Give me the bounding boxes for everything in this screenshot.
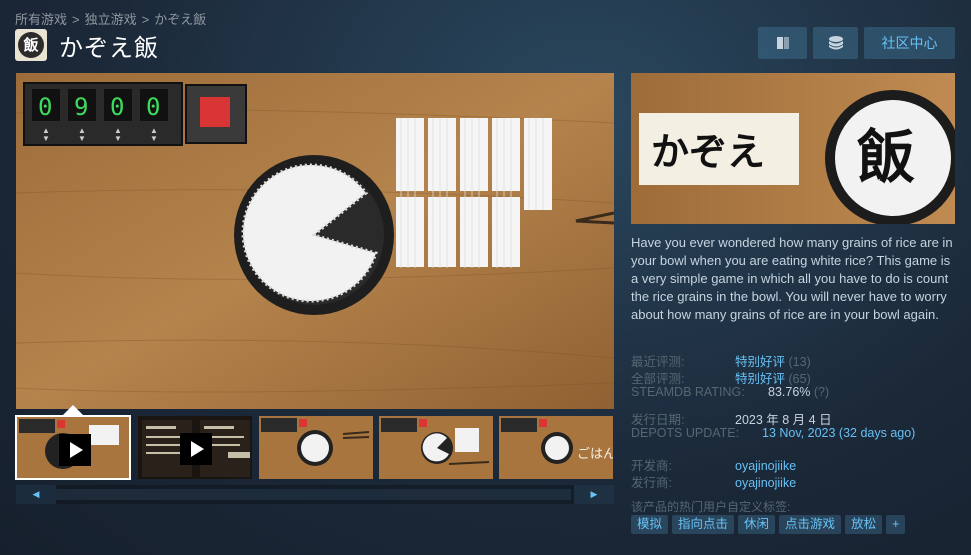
tag-list: 模拟 指向点击 休闲 点击游戏 放松 + [631,515,906,534]
slider-right-arrow-icon[interactable]: ▶ [574,485,614,504]
game-icon-char: 飯 [18,32,44,58]
thumbnail-screenshot-3[interactable]: ごはん [498,415,614,480]
steamdb-rating-row: STEAMDB RATING: 83.76% (?) [631,385,829,399]
title-row: 飯 かぞえ飯 [15,29,159,62]
slider-left-arrow-icon[interactable]: ◀ [16,485,56,504]
slider-handle[interactable] [56,489,571,500]
svg-text:▼: ▼ [114,134,122,143]
svg-text:▼: ▼ [42,134,50,143]
capsule-title-kana: かぞえ [651,129,765,174]
counter-digit-2: 0 [110,93,124,121]
counter-digit-1: 9 [74,93,88,121]
developer-link[interactable]: oyajinojiike [735,459,796,473]
publisher-link[interactable]: oyajinojiike [735,476,796,490]
main-screenshot[interactable]: 0 9 0 0 ▲ ▼ ▲ ▼ ▲ ▼ ▲ ▼ [16,73,614,409]
active-thumb-arrow [63,405,83,415]
tag-add-button[interactable]: + [886,515,906,534]
community-hub-button[interactable]: 社区中心 [864,27,955,59]
breadcrumb-all-games[interactable]: 所有游戏 [15,12,67,27]
game-icon: 飯 [15,29,47,61]
depots-update-row: DEPOTS UPDATE: 13 Nov, 2023 (32 days ago) [631,426,915,440]
tag-clicker[interactable]: 点击游戏 [779,515,842,534]
page-title: かぞえ飯 [59,34,159,62]
tag-relaxing[interactable]: 放松 [845,515,883,534]
breadcrumb-current[interactable]: かぞえ飯 [154,12,206,27]
breadcrumb-indie[interactable]: 独立游戏 [85,12,137,27]
all-reviews-count: (65) [788,372,811,386]
tag-simulation[interactable]: 模拟 [631,515,669,534]
play-icon [180,433,212,465]
steamdb-rating-label: STEAMDB RATING: [631,385,745,399]
thumbnail-video-1[interactable] [15,415,131,480]
breadcrumb-separator: > [141,12,150,27]
recent-reviews-count: (13) [788,355,811,369]
publisher-label: 发行商: [631,476,672,490]
depots-update-label: DEPOTS UPDATE: [631,426,740,440]
game-description: Have you ever wondered how many grains o… [631,235,953,322]
all-reviews-value[interactable]: 特别好评 [735,372,785,386]
tag-casual[interactable]: 休闲 [738,515,776,534]
counter-digit-0: 0 [38,93,52,121]
steamdb-help-link[interactable]: (?) [814,385,829,399]
svg-text:▼: ▼ [78,134,86,143]
release-date-value: 2023 年 8 月 4 日 [735,413,832,427]
follow-button[interactable] [813,27,858,59]
tag-point-and-click[interactable]: 指向点击 [672,515,735,534]
capsule-image: かぞえ 飯 [631,73,955,224]
breadcrumb-separator: > [72,12,80,27]
publisher-row: 发行商: oyajinojiike [631,472,796,491]
counter-digit-3: 0 [146,93,160,121]
svg-text:▼: ▼ [150,134,158,143]
thumbnail-slider[interactable]: ◀ ▶ [16,485,614,504]
depots-update-value[interactable]: 13 Nov, 2023 (32 days ago) [762,426,915,440]
capsule-title-kanji: 飯 [857,123,915,191]
thumbnail-screenshot-2[interactable] [378,415,494,480]
ignore-icon [776,37,789,49]
breadcrumb: 所有游戏 > 独立游戏 > かぞえ飯 [15,9,206,28]
coins-icon [828,36,843,50]
play-icon [59,434,91,466]
thumbnail-gohan-text: ごはん [577,446,614,462]
recent-reviews-value[interactable]: 特别好评 [735,355,785,369]
ignore-button[interactable] [758,27,807,59]
tags-label: 该产品的热门用户自定义标签: [631,500,791,514]
steamdb-rating-value: 83.76% [768,385,811,399]
thumbnail-video-2[interactable] [137,415,253,480]
thumbnail-screenshot-1[interactable] [258,415,374,480]
